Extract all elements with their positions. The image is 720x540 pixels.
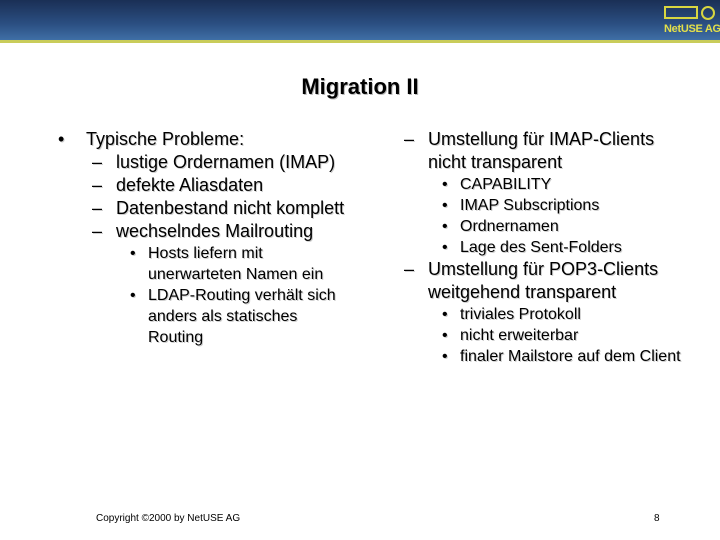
bullet-marker: • bbox=[442, 239, 448, 256]
list-item: – Umstellung für POP3-Clients weitgehend… bbox=[402, 258, 692, 304]
netuse-logo: NetUSE AG bbox=[664, 6, 720, 40]
list-item: • finaler Mailstore auf dem Client bbox=[402, 346, 692, 367]
list-item-text: Typische Probleme: bbox=[86, 129, 245, 149]
list-item: – Umstellung für IMAP-Clients nicht tran… bbox=[402, 128, 692, 174]
slide-title: Migration II bbox=[301, 74, 419, 99]
list-item-text: finaler Mailstore auf dem Client bbox=[460, 348, 681, 365]
list-item-text: Datenbestand nicht komplett bbox=[116, 198, 345, 218]
list-item: • Typische Probleme: bbox=[56, 128, 356, 151]
footer-copyright: Copyright ©2000 by NetUSE AG bbox=[96, 513, 241, 524]
list-item: • Ordnernamen bbox=[402, 216, 692, 237]
list-item-text: CAPABILITY bbox=[460, 176, 552, 193]
list-item-text: IMAP Subscriptions bbox=[460, 197, 600, 214]
list-item: – wechselndes Mailrouting bbox=[56, 220, 356, 243]
list-item-text: Umstellung für POP3-Clients weitgehend t… bbox=[428, 259, 659, 302]
list-item-text: LDAP-Routing verhält sich anders als sta… bbox=[148, 287, 336, 346]
list-item-text: nicht erweiterbar bbox=[460, 327, 579, 344]
header-band bbox=[0, 0, 720, 40]
bullet-marker: • bbox=[442, 327, 448, 344]
bullet-marker: • bbox=[442, 348, 448, 365]
list-item: • CAPABILITY bbox=[402, 174, 692, 195]
dash-marker: – bbox=[404, 129, 415, 149]
left-column: • Typische Probleme: – lustige Ordername… bbox=[56, 128, 356, 348]
list-item-text: Ordnernamen bbox=[460, 218, 559, 235]
bullet-marker: • bbox=[130, 245, 136, 262]
list-item: • nicht erweiterbar bbox=[402, 325, 692, 346]
list-item-text: defekte Aliasdaten bbox=[116, 175, 264, 195]
list-item: – lustige Ordernamen (IMAP) bbox=[56, 151, 356, 174]
logo-text: NetUSE AG bbox=[664, 23, 720, 35]
list-item: • IMAP Subscriptions bbox=[402, 195, 692, 216]
bullet-marker: • bbox=[442, 306, 448, 323]
dash-marker: – bbox=[404, 259, 415, 279]
bullet-marker: • bbox=[130, 287, 136, 304]
list-item: – defekte Aliasdaten bbox=[56, 174, 356, 197]
list-item: • Hosts liefern mit unerwarteten Namen e… bbox=[56, 243, 356, 285]
page-number: 8 bbox=[654, 513, 660, 524]
logo-circle-shape bbox=[701, 6, 715, 20]
list-item: • triviales Protokoll bbox=[402, 304, 692, 325]
list-item-text: Umstellung für IMAP-Clients nicht transp… bbox=[428, 129, 655, 172]
list-item: – Datenbestand nicht komplett bbox=[56, 197, 356, 220]
bullet-marker: • bbox=[442, 176, 448, 193]
list-item-text: Lage des Sent-Folders bbox=[460, 239, 622, 256]
list-item-text: wechselndes Mailrouting bbox=[116, 221, 314, 241]
header-accent-rule bbox=[0, 40, 720, 43]
bullet-marker: • bbox=[58, 129, 65, 149]
list-item: • Lage des Sent-Folders bbox=[402, 237, 692, 258]
list-item: • LDAP-Routing verhält sich anders als s… bbox=[56, 285, 356, 348]
logo-box-shape bbox=[664, 6, 698, 19]
bullet-marker: • bbox=[442, 218, 448, 235]
list-item-text: Hosts liefern mit unerwarteten Namen ein bbox=[148, 245, 324, 283]
list-item-text: lustige Ordernamen (IMAP) bbox=[116, 152, 336, 172]
right-column: – Umstellung für IMAP-Clients nicht tran… bbox=[402, 128, 692, 367]
dash-marker: – bbox=[92, 221, 103, 241]
dash-marker: – bbox=[92, 175, 103, 195]
dash-marker: – bbox=[92, 152, 103, 172]
bullet-marker: • bbox=[442, 197, 448, 214]
list-item-text: triviales Protokoll bbox=[460, 306, 581, 323]
dash-marker: – bbox=[92, 198, 103, 218]
